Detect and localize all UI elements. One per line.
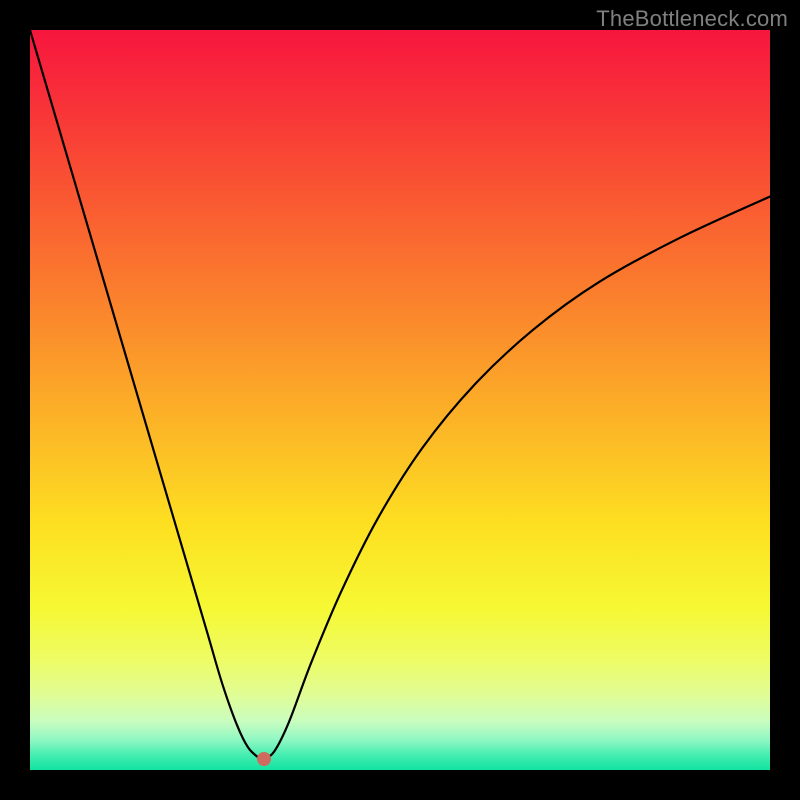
plot-area — [30, 30, 770, 770]
chart-frame: TheBottleneck.com — [0, 0, 800, 800]
optimum-marker — [257, 752, 271, 766]
watermark-text: TheBottleneck.com — [596, 6, 788, 32]
bottleneck-curve — [30, 30, 770, 770]
